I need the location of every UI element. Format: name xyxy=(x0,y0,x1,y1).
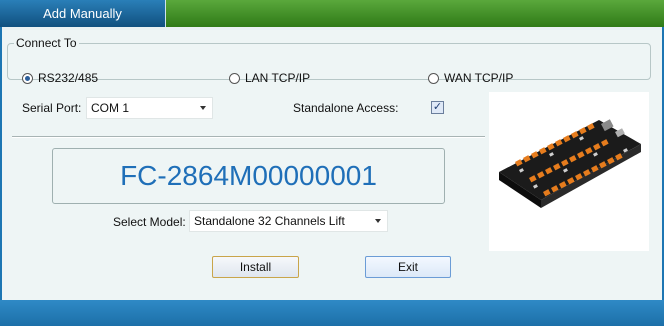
device-serial-number: FC-2864M00000001 xyxy=(120,160,377,191)
radio-lan-tcpip[interactable]: LAN TCP/IP xyxy=(229,71,310,85)
frame-left xyxy=(0,27,2,300)
tab-add-manually[interactable]: Add Manually xyxy=(0,0,166,27)
connect-to-group: Connect To RS232/485 LAN TCP/IP WAN TCP/… xyxy=(7,36,651,85)
radio-wan-label: WAN TCP/IP xyxy=(444,71,514,85)
select-model-label: Select Model: xyxy=(113,215,186,229)
radio-lan-label: LAN TCP/IP xyxy=(245,71,311,85)
install-button[interactable]: Install xyxy=(212,256,299,278)
radio-selected-icon[interactable] xyxy=(22,72,33,84)
checkmark-icon: ✓ xyxy=(432,101,443,113)
chevron-down-icon[interactable] xyxy=(200,106,206,110)
connect-to-legend: Connect To xyxy=(16,36,77,50)
serial-port-value: COM 1 xyxy=(91,101,130,115)
serial-port-label: Serial Port: xyxy=(22,101,82,115)
radio-rs232[interactable]: RS232/485 xyxy=(22,71,98,85)
chevron-down-icon[interactable] xyxy=(375,219,381,223)
exit-button[interactable]: Exit xyxy=(365,256,451,278)
model-value: Standalone 32 Channels Lift xyxy=(194,214,345,228)
radio-unselected-icon[interactable] xyxy=(428,72,439,84)
bottom-bar xyxy=(0,300,664,326)
controller-board-image xyxy=(489,92,649,251)
header-band xyxy=(0,27,664,30)
radio-rs232-label: RS232/485 xyxy=(38,71,99,85)
divider xyxy=(12,136,485,138)
radio-unselected-icon[interactable] xyxy=(229,72,240,84)
radio-wan-tcpip[interactable]: WAN TCP/IP xyxy=(428,71,513,85)
serial-port-select[interactable]: COM 1 xyxy=(86,97,213,119)
standalone-access-checkbox[interactable]: ✓ xyxy=(431,101,444,114)
model-select[interactable]: Standalone 32 Channels Lift xyxy=(189,210,388,232)
standalone-access-label: Standalone Access: xyxy=(293,101,399,115)
controller-board-icon xyxy=(499,119,641,208)
device-serial-display: FC-2864M00000001 xyxy=(52,148,445,204)
